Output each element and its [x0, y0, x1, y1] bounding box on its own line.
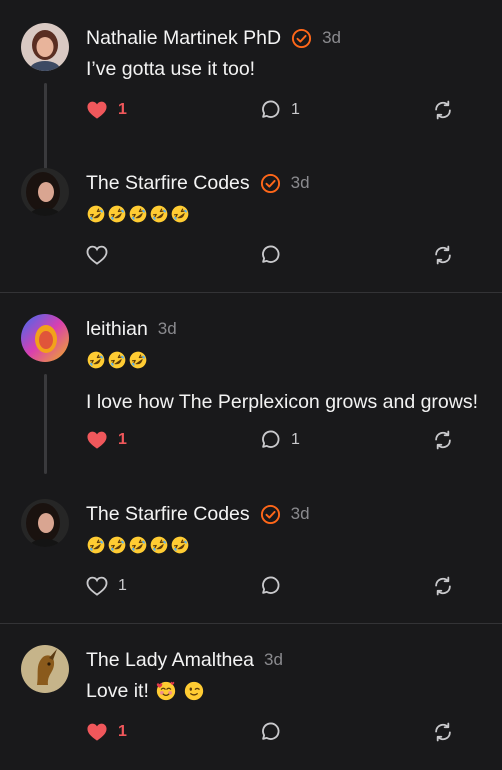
restack-button[interactable] — [432, 97, 454, 123]
comment-icon — [262, 576, 280, 594]
like-count: 1 — [118, 577, 127, 594]
comment-text: Love it! — [86, 680, 149, 702]
heart-icon — [86, 245, 108, 265]
author-name[interactable]: The Starfire Codes — [86, 503, 250, 526]
like-button[interactable]: 1 — [86, 573, 127, 599]
restack-button[interactable] — [432, 719, 454, 745]
heart-icon — [86, 576, 108, 596]
timestamp[interactable]: 3d — [264, 650, 283, 670]
comment-button[interactable] — [259, 573, 281, 599]
author-name[interactable]: The Starfire Codes — [86, 172, 250, 195]
rolling-on-floor-laughing-emoji — [87, 536, 105, 554]
timestamp[interactable]: 3d — [291, 173, 310, 193]
like-count: 1 — [118, 101, 127, 118]
comment-count: 1 — [291, 431, 300, 448]
rolling-on-floor-laughing-emoji — [129, 351, 147, 369]
restack-icon — [435, 430, 451, 450]
comment-button[interactable] — [259, 242, 281, 268]
rolling-on-floor-laughing-emoji — [150, 536, 168, 554]
rolling-on-floor-laughing-emoji — [108, 205, 126, 223]
verified-check-icon — [260, 173, 280, 193]
rolling-on-floor-laughing-emoji — [108, 351, 126, 369]
restack-icon — [435, 100, 451, 120]
thread-line — [44, 374, 47, 474]
heart-icon — [87, 431, 107, 449]
comment-icon — [262, 430, 280, 448]
heart-icon — [87, 101, 107, 119]
avatar[interactable] — [21, 23, 69, 71]
rolling-on-floor-laughing-emoji — [171, 205, 189, 223]
timestamp[interactable]: 3d — [322, 28, 341, 48]
restack-icon — [435, 245, 451, 265]
comment-text: I love how The Perplexicon grows and gro… — [86, 391, 479, 413]
like-button[interactable]: 1 — [86, 427, 127, 453]
author-name[interactable]: leithian — [86, 318, 148, 341]
emoji-row — [86, 532, 492, 558]
avatar[interactable] — [21, 314, 69, 362]
rolling-on-floor-laughing-emoji — [87, 205, 105, 223]
like-button[interactable]: 1 — [86, 719, 127, 745]
restack-icon — [435, 576, 451, 596]
timestamp[interactable]: 3d — [291, 504, 310, 524]
author-name[interactable]: Nathalie Martinek PhD — [86, 27, 281, 50]
comment-button[interactable]: 1 — [259, 97, 300, 123]
rolling-on-floor-laughing-emoji — [108, 536, 126, 554]
restack-button[interactable] — [432, 573, 454, 599]
comment-icon — [262, 245, 280, 263]
comment-count: 1 — [291, 101, 300, 118]
restack-icon — [435, 722, 451, 742]
divider — [0, 623, 502, 624]
comment-icon — [262, 722, 280, 740]
heart-icon — [87, 723, 107, 741]
avatar[interactable] — [21, 168, 69, 216]
rolling-on-floor-laughing-emoji — [129, 205, 147, 223]
timestamp[interactable]: 3d — [158, 319, 177, 339]
like-button[interactable] — [86, 242, 108, 268]
verified-check-icon — [260, 504, 280, 524]
rolling-on-floor-laughing-emoji — [150, 205, 168, 223]
author-name[interactable]: The Lady Amalthea — [86, 649, 254, 672]
like-button[interactable]: 1 — [86, 97, 127, 123]
restack-button[interactable] — [432, 427, 454, 453]
rolling-on-floor-laughing-emoji — [129, 536, 147, 554]
comment-text: I’ve gotta use it too! — [86, 58, 256, 80]
comment-icon — [262, 100, 280, 118]
comment-button[interactable] — [259, 719, 281, 745]
avatar[interactable] — [21, 499, 69, 547]
emoji-row — [86, 201, 492, 227]
winking-face-emoji — [184, 681, 204, 701]
smiling-face-with-hearts-emoji — [156, 681, 176, 701]
avatar[interactable] — [21, 645, 69, 693]
like-count: 1 — [118, 723, 127, 740]
restack-button[interactable] — [432, 242, 454, 268]
verified-check-icon — [292, 28, 312, 48]
like-count: 1 — [118, 431, 127, 448]
emoji-row — [86, 347, 492, 373]
rolling-on-floor-laughing-emoji — [87, 351, 105, 369]
rolling-on-floor-laughing-emoji — [171, 536, 189, 554]
comment-button[interactable]: 1 — [259, 427, 300, 453]
divider — [0, 292, 502, 293]
